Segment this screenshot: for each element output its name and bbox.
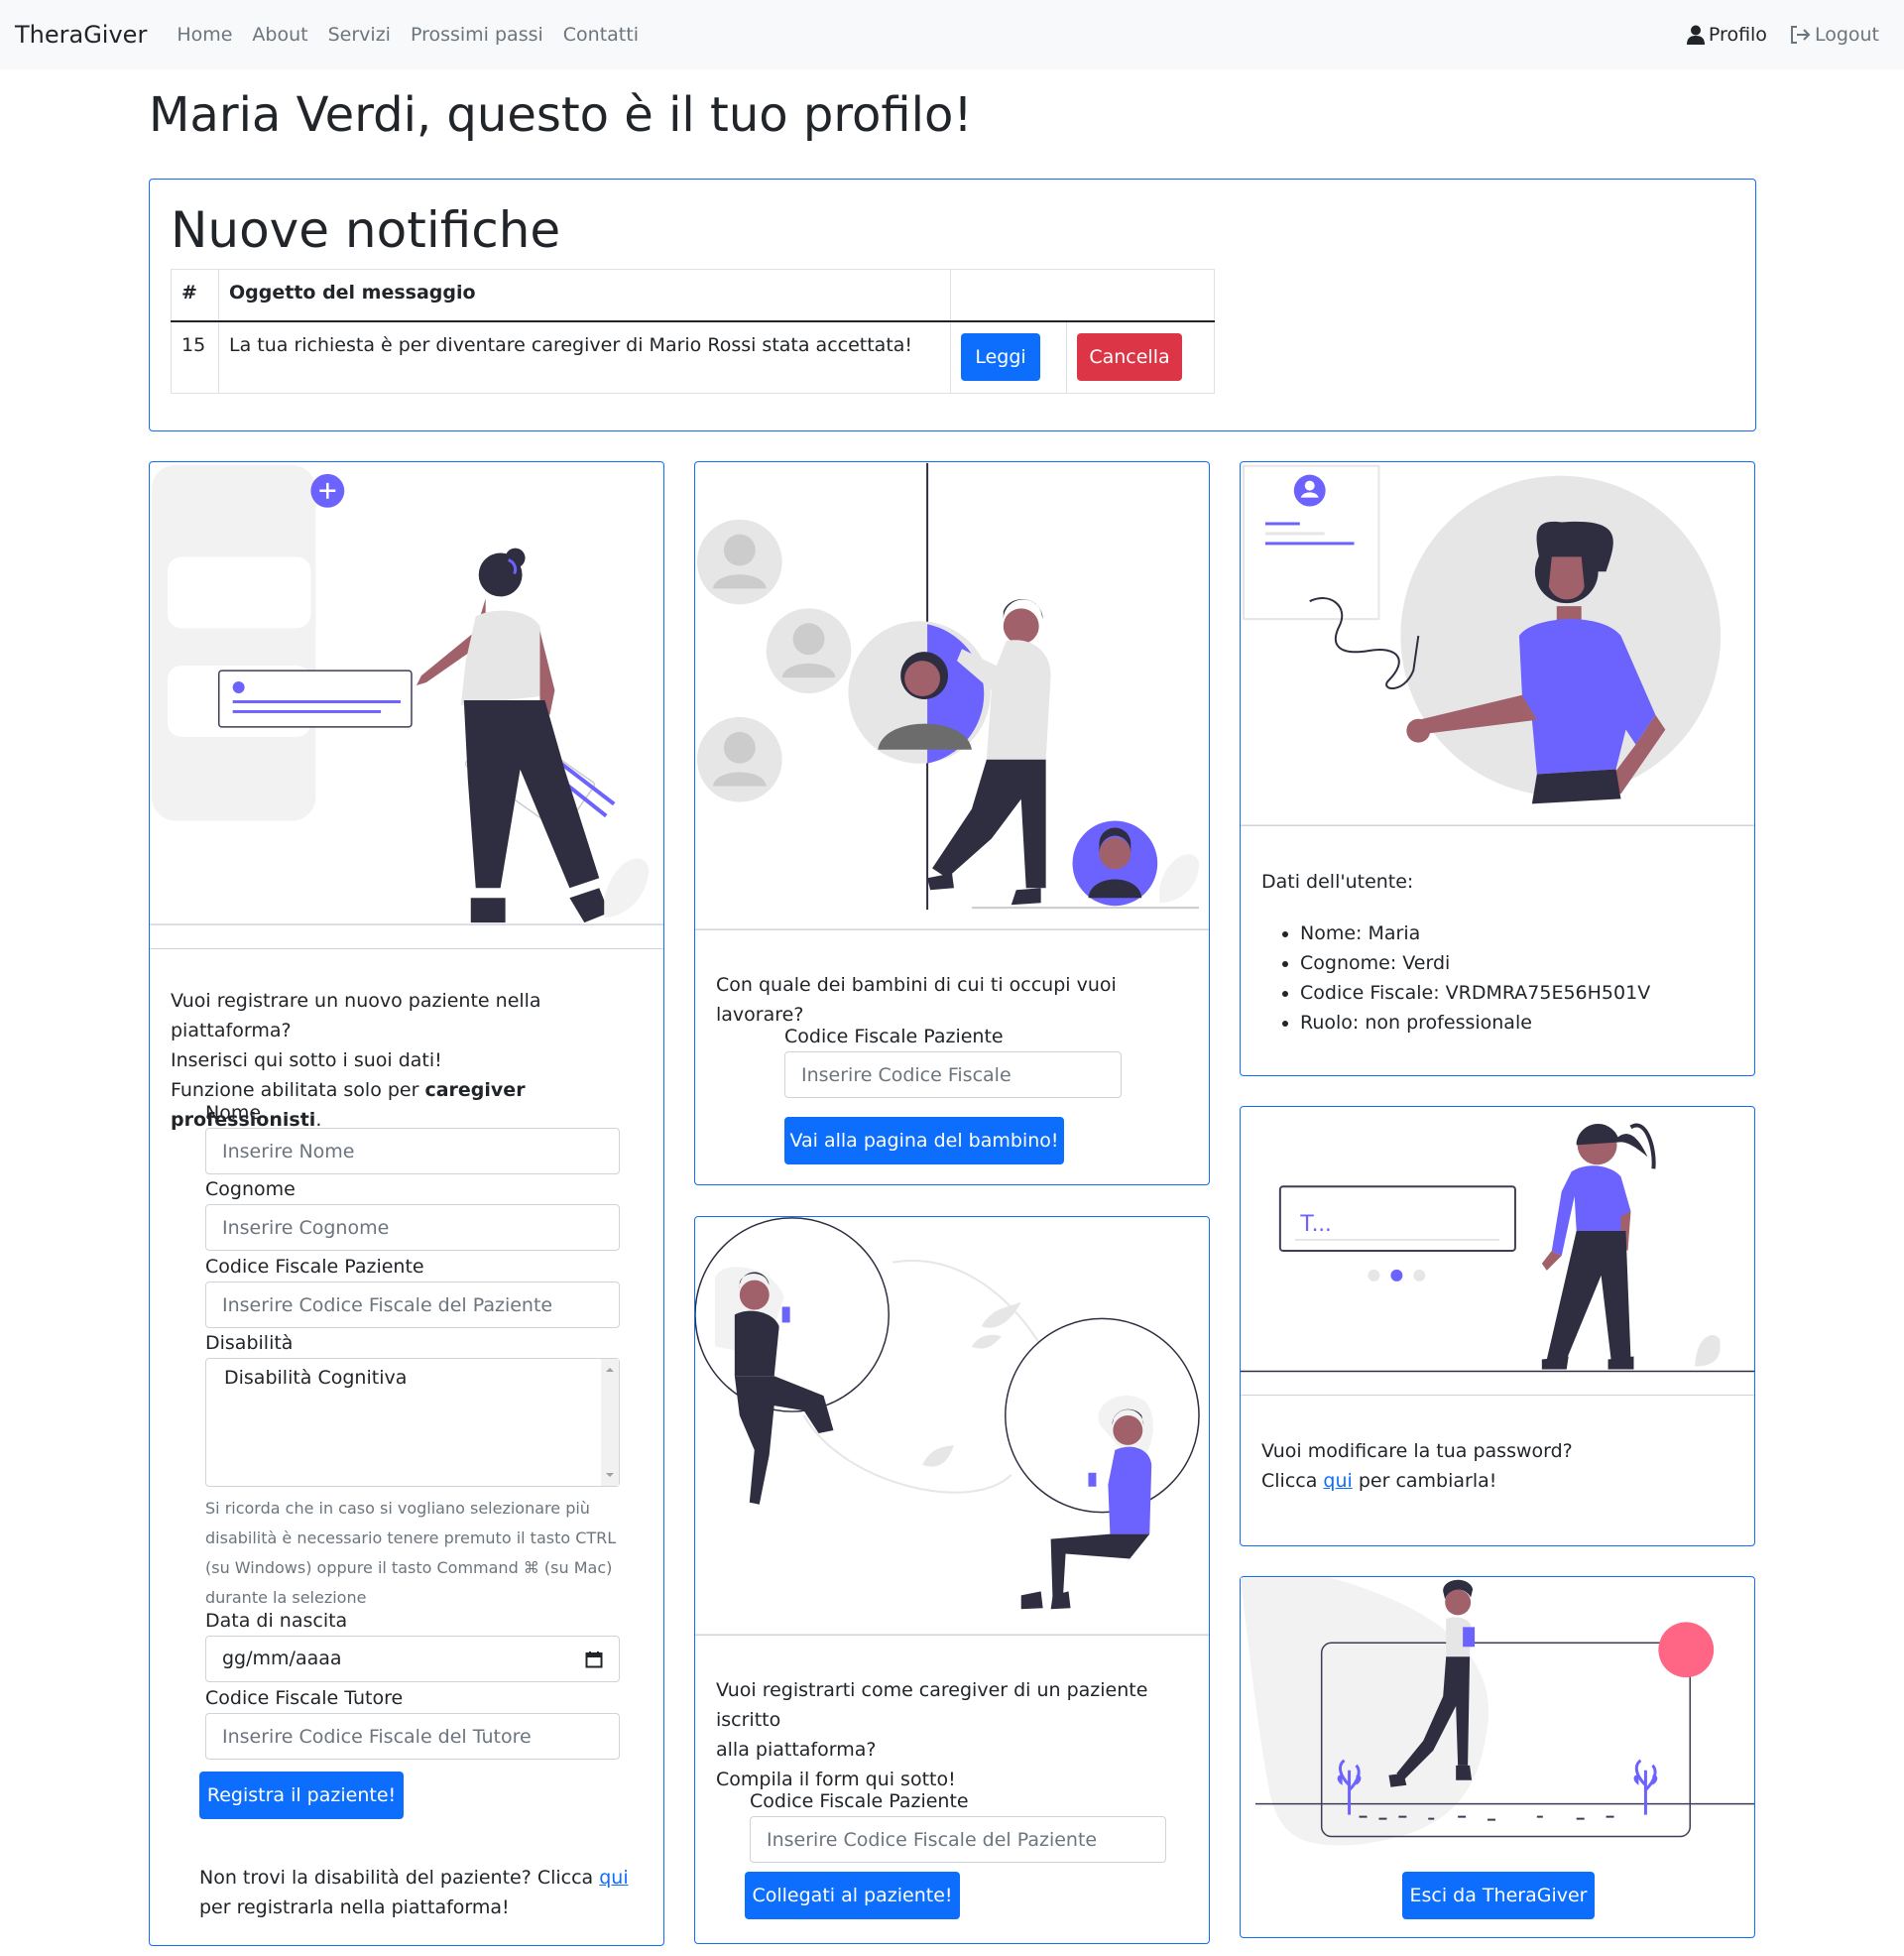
col-subject-header: Oggetto del messaggio: [218, 269, 951, 322]
help-line2: disabilità è necessario tenere premuto i…: [205, 1528, 617, 1547]
caregiver-register-intro: Vuoi registrarti come caregiver di un pa…: [716, 1675, 1202, 1794]
password-card: T... Vuoi modificare la tua password? Cl…: [1240, 1106, 1755, 1546]
register-footer: Non trovi la disabilità del paziente? Cl…: [199, 1863, 646, 1922]
col-num-header: #: [171, 269, 219, 322]
child-select-card: Con quale dei bambini di cui ti occupi v…: [694, 461, 1210, 1185]
nav-logout[interactable]: Logout: [1789, 24, 1879, 46]
disability-label: Disabilità: [205, 1332, 294, 1354]
caregiver-intro-line3: Compila il form qui sotto!: [716, 1769, 956, 1790]
nav-logout-label: Logout: [1814, 24, 1879, 46]
disability-option[interactable]: Disabilità Cognitiva: [224, 1367, 407, 1389]
nav-profile[interactable]: Profilo: [1686, 24, 1767, 46]
caregiver-cf-input[interactable]: [750, 1816, 1166, 1863]
help-line4: durante la selezione: [205, 1588, 367, 1607]
nav-prossimi-passi[interactable]: Prossimi passi: [411, 24, 543, 46]
scroll-down-icon[interactable]: [601, 1466, 619, 1484]
go-to-child-button[interactable]: Vai alla pagina del bambino!: [784, 1117, 1064, 1164]
caregiver-intro-line2: alla piattaforma?: [716, 1739, 877, 1761]
birthdate-label: Data di nascita: [205, 1610, 348, 1632]
notification-id: 15: [171, 320, 219, 394]
child-cf-label: Codice Fiscale Paziente: [784, 1026, 1004, 1047]
disability-select[interactable]: Disabilità Cognitiva: [205, 1358, 620, 1487]
register-patient-card: Vuoi registrare un nuovo paziente nella …: [149, 461, 664, 1946]
password-field-text: T...: [1300, 1210, 1332, 1237]
read-cell: Leggi: [950, 320, 1067, 394]
table-header-row: # Oggetto del messaggio: [171, 269, 1215, 322]
user-data-card: Dati dell'utente: Nome: Maria Cognome: V…: [1240, 461, 1755, 1076]
notifications-title: Nuove notifiche: [171, 201, 561, 259]
surname-label: Cognome: [205, 1178, 296, 1200]
table-row: 15 La tua richiesta è per diventare care…: [171, 320, 1215, 394]
user-data-title: Dati dell'utente:: [1261, 871, 1414, 893]
col-actions-header: [950, 269, 1215, 322]
exit-card: Esci da TheraGiver: [1240, 1576, 1755, 1938]
delete-button[interactable]: Cancella: [1077, 332, 1182, 381]
password-illustration: T...: [1241, 1123, 1754, 1373]
notifications-card: Nuove notifiche # Oggetto del messaggio …: [149, 179, 1756, 431]
child-select-question: Con quale dei bambini di cui ti occupi v…: [716, 974, 1117, 1026]
user-name-item: Nome: Maria: [1300, 918, 1650, 948]
register-patient-illustration: [150, 464, 663, 925]
help-line3: (su Windows) oppure il tasto Command ⌘ (…: [205, 1558, 613, 1577]
birthdate-input[interactable]: gg/mm/aaaa: [205, 1636, 620, 1682]
nav-profile-label: Profilo: [1708, 24, 1767, 46]
nav-links: Home About Servizi Prossimi passi Contat…: [177, 24, 658, 46]
password-line2-suffix: per cambiarla!: [1352, 1470, 1497, 1492]
nav-servizi[interactable]: Servizi: [328, 24, 391, 46]
password-text: Vuoi modificare la tua password? Clicca …: [1261, 1436, 1747, 1496]
calendar-icon[interactable]: [585, 1650, 603, 1668]
register-intro-line2: Inserisci qui sotto i suoi dati!: [171, 1049, 442, 1071]
scroll-up-icon[interactable]: [601, 1361, 619, 1379]
user-role-item: Ruolo: non professionale: [1300, 1008, 1650, 1038]
caregiver-cf-label: Codice Fiscale Paziente: [750, 1790, 969, 1812]
nav-home[interactable]: Home: [177, 24, 232, 46]
register-disability-link[interactable]: qui: [599, 1867, 628, 1889]
card-divider: [1241, 1395, 1754, 1396]
register-intro-line1: Vuoi registrare un nuovo paziente nella …: [171, 990, 541, 1041]
password-line1: Vuoi modificare la tua password?: [1261, 1440, 1573, 1462]
user-surname-item: Cognome: Verdi: [1300, 948, 1650, 978]
delete-cell: Cancella: [1066, 320, 1215, 394]
notifications-table: # Oggetto del messaggio 15 La tua richie…: [171, 269, 1215, 394]
connect-patient-button[interactable]: Collegati al paziente!: [745, 1872, 960, 1919]
help-line1: Si ricorda che in caso si vogliano selez…: [205, 1499, 590, 1518]
tutor-cf-label: Codice Fiscale Tutore: [205, 1687, 404, 1709]
nav-right: Profilo Logout: [1686, 0, 1879, 69]
child-cf-input[interactable]: [784, 1051, 1122, 1098]
caregiver-register-card: Vuoi registrarti come caregiver di un pa…: [694, 1216, 1210, 1944]
disability-help-text: Si ricorda che in caso si vogliano selez…: [205, 1494, 632, 1613]
user-cf-item: Codice Fiscale: VRDMRA75E56H501V: [1300, 978, 1650, 1008]
user-profile-illustration: [1241, 464, 1754, 827]
name-input[interactable]: [205, 1128, 620, 1174]
password-line2-prefix: Clicca: [1261, 1470, 1324, 1492]
user-icon: [1686, 25, 1705, 45]
name-label: Nome: [205, 1102, 262, 1124]
nav-about[interactable]: About: [252, 24, 307, 46]
read-button[interactable]: Leggi: [961, 332, 1040, 381]
patient-cf-input[interactable]: [205, 1282, 620, 1328]
birthdate-value: gg/mm/aaaa: [222, 1648, 342, 1669]
nav-contatti[interactable]: Contatti: [563, 24, 639, 46]
navbar: TheraGiver Home About Servizi Prossimi p…: [0, 0, 1904, 69]
card-divider: [150, 948, 663, 949]
caregiver-register-illustration: [695, 1217, 1209, 1636]
select-scrollbar[interactable]: [601, 1359, 619, 1486]
caregiver-intro-line1: Vuoi registrarti come caregiver di un pa…: [716, 1679, 1148, 1731]
register-footer-line1: Non trovi la disabilità del paziente? Cl…: [199, 1867, 600, 1889]
register-footer-line2: per registrarla nella piattaforma!: [199, 1896, 510, 1918]
logout-icon: [1790, 26, 1811, 44]
exit-illustration: [1241, 1577, 1754, 1846]
patient-cf-label: Codice Fiscale Paziente: [205, 1256, 424, 1278]
register-patient-button[interactable]: Registra il paziente!: [199, 1772, 404, 1819]
notification-subject: La tua richiesta è per diventare caregiv…: [218, 320, 951, 394]
child-select-illustration: [695, 462, 1209, 930]
exit-button[interactable]: Esci da TheraGiver: [1402, 1872, 1595, 1919]
surname-input[interactable]: [205, 1204, 620, 1251]
register-intro-line3-prefix: Funzione abilitata solo per: [171, 1079, 425, 1101]
page-title: Maria Verdi, questo è il tuo profilo!: [149, 87, 973, 143]
tutor-cf-input[interactable]: [205, 1713, 620, 1760]
brand-logo[interactable]: TheraGiver: [15, 21, 147, 49]
change-password-link[interactable]: qui: [1323, 1470, 1352, 1492]
user-data-list: Nome: Maria Cognome: Verdi Codice Fiscal…: [1260, 918, 1650, 1038]
